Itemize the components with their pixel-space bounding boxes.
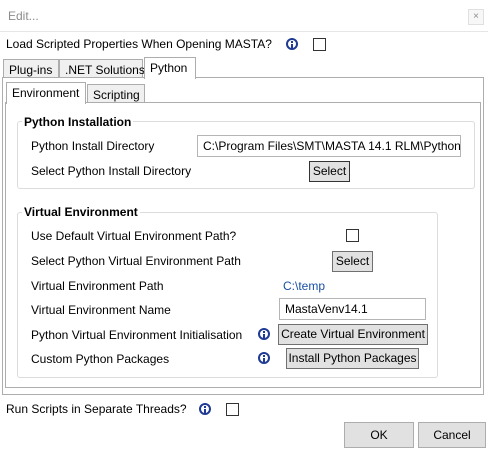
venv-initialisation-label: Python Virtual Environment Initialisatio… [31,328,243,342]
select-venv-path-label: Select Python Virtual Environment Path [31,254,241,268]
info-icon[interactable] [258,328,270,340]
use-default-venv-path-checkbox[interactable] [346,229,359,242]
info-icon[interactable] [258,352,270,364]
venv-name-field[interactable]: MastaVenv14.1 [279,298,426,320]
venv-path-label: Virtual Environment Path [31,279,164,293]
select-python-install-directory-label: Select Python Install Directory [31,164,192,178]
load-scripted-properties-row: Load Scripted Properties When Opening MA… [6,37,326,51]
select-venv-path-button[interactable]: Select [332,251,373,272]
info-icon[interactable] [198,403,211,415]
close-button[interactable]: × [468,9,484,25]
info-icon[interactable] [285,38,298,50]
run-scripts-separate-threads-label: Run Scripts in Separate Threads? [6,402,187,416]
window-title: Edit... [8,9,39,23]
ok-button[interactable]: OK [344,422,414,448]
venv-name-label: Virtual Environment Name [31,303,171,317]
virtual-environment-title: Virtual Environment [22,205,140,219]
python-installation-title: Python Installation [22,115,134,129]
python-install-directory-label: Python Install Directory [31,139,155,153]
tab-net-solutions[interactable]: .NET Solutions [59,59,145,79]
title-bar: Edit... × [0,0,488,32]
tab-scripting[interactable]: Scripting [87,84,145,104]
cancel-button[interactable]: Cancel [418,422,486,448]
select-install-directory-button[interactable]: Select [309,161,350,182]
load-scripted-properties-label: Load Scripted Properties When Opening MA… [6,37,272,51]
create-virtual-environment-button[interactable]: Create Virtual Environment [278,324,428,345]
load-scripted-properties-checkbox[interactable] [312,37,326,51]
tab-python[interactable]: Python [144,57,196,79]
use-default-venv-path-label: Use Default Virtual Environment Path? [31,229,237,243]
venv-path-value[interactable]: C:\temp [283,279,325,293]
run-scripts-separate-threads-row: Run Scripts in Separate Threads? [6,402,239,416]
custom-python-packages-label: Custom Python Packages [31,352,170,366]
tab-environment[interactable]: Environment [6,82,86,104]
run-scripts-separate-threads-checkbox[interactable] [225,402,239,416]
python-install-directory-field[interactable]: C:\Program Files\SMT\MASTA 14.1 RLM\Pyth… [197,135,461,157]
tab-plug-ins[interactable]: Plug-ins [3,59,59,79]
install-python-packages-button[interactable]: Install Python Packages [286,348,419,369]
